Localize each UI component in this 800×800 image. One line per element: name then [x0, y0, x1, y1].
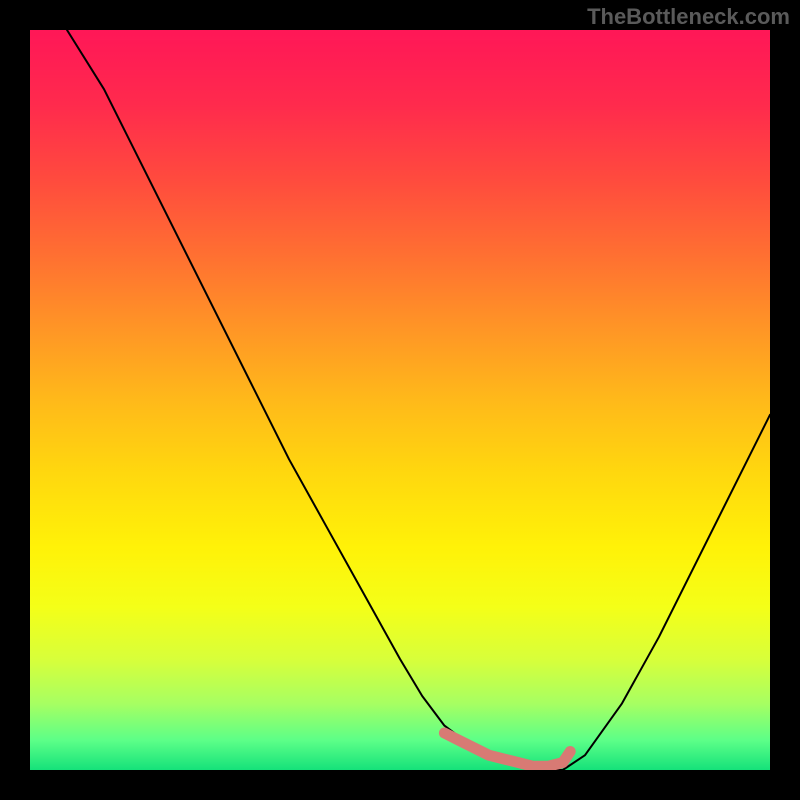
watermark-text: TheBottleneck.com: [587, 4, 790, 30]
series-bottleneck-curve: [67, 30, 770, 770]
chart-curves: [30, 30, 770, 770]
plot-area: [30, 30, 770, 770]
series-optimal-zone: [444, 733, 570, 766]
